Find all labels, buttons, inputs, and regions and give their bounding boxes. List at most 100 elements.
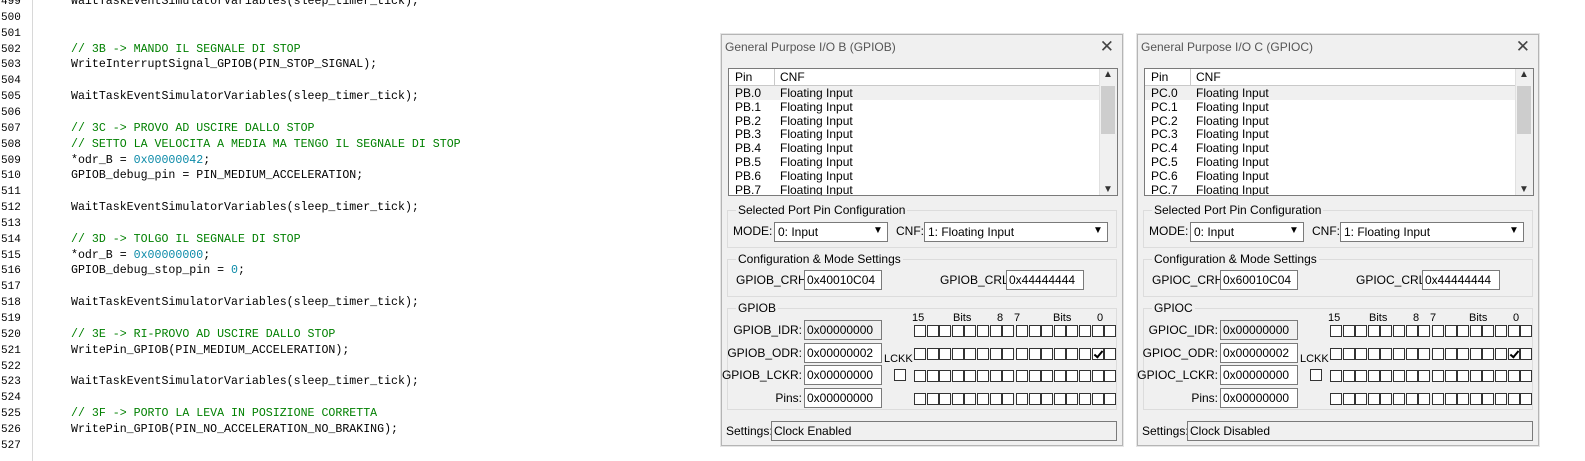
bit-checkbox[interactable] — [989, 325, 1002, 337]
bit-checkbox[interactable] — [951, 370, 964, 382]
bit-checkbox[interactable] — [951, 325, 964, 337]
bit-checkbox[interactable] — [1495, 348, 1507, 360]
bit-checkbox[interactable] — [1520, 393, 1533, 405]
bit-checkbox[interactable] — [1041, 393, 1054, 405]
bit-checkbox[interactable] — [1418, 325, 1431, 337]
bit-checkbox[interactable] — [1028, 393, 1041, 405]
bit-checkbox[interactable] — [926, 393, 939, 405]
bit-checkbox[interactable] — [1053, 325, 1066, 337]
crl-field[interactable]: 0x44444444 — [1006, 270, 1084, 290]
bit-checkbox[interactable] — [1066, 393, 1079, 405]
code-line[interactable]: 521 WritePin_GPIOB(PIN_MEDIUM_ACCELERATIO… — [0, 343, 720, 359]
bit-checkbox[interactable] — [1002, 393, 1015, 405]
bit-checkbox[interactable] — [914, 393, 926, 405]
bit-checkbox[interactable] — [1053, 393, 1066, 405]
bit-checkbox[interactable] — [1380, 370, 1393, 382]
scroll-down-icon[interactable]: ▼ — [1103, 184, 1113, 195]
pin-row[interactable]: PC.6 Floating Input — [1145, 169, 1515, 183]
chevron-down-icon[interactable]: ▼ — [1091, 224, 1105, 238]
code-line[interactable]: 516 GPIOB_debug_stop_pin = 0; — [0, 263, 720, 279]
bit-checkbox[interactable] — [1002, 348, 1015, 360]
code-line[interactable]: 514 // 3D -> TOLGO IL SEGNALE DI STOP — [0, 232, 720, 248]
bit-checkbox[interactable] — [1016, 348, 1028, 360]
code-line[interactable]: 504 — [0, 73, 720, 89]
bit-checkbox[interactable] — [1091, 325, 1104, 337]
code-line[interactable]: 527 — [0, 438, 720, 454]
bit-checkbox[interactable] — [1457, 393, 1470, 405]
code-line[interactable]: 501 — [0, 26, 720, 42]
bit-checkbox[interactable] — [1457, 325, 1470, 337]
code-line[interactable]: 515 *odr_B = 0x00000000; — [0, 248, 720, 264]
bit-checkbox[interactable] — [1432, 348, 1444, 360]
lckk-checkbox[interactable] — [894, 369, 906, 381]
bit-checkbox[interactable] — [1380, 325, 1393, 337]
bit-checkbox[interactable] — [1482, 393, 1495, 405]
list-scrollbar[interactable]: ▲ ▼ — [1099, 69, 1117, 195]
bit-checkbox[interactable] — [939, 325, 952, 337]
scroll-thumb[interactable] — [1517, 86, 1531, 134]
bit-checkbox[interactable] — [1104, 325, 1117, 337]
bit-checkbox[interactable] — [1028, 325, 1041, 337]
bit-checkbox[interactable] — [1355, 325, 1368, 337]
bit-checkbox[interactable] — [1342, 393, 1355, 405]
bit-checkbox[interactable] — [926, 325, 939, 337]
bit-checkbox[interactable] — [1444, 393, 1457, 405]
close-icon[interactable]: ✕ — [1100, 37, 1114, 57]
bit-checkbox[interactable] — [1091, 370, 1104, 382]
bit-checkbox[interactable] — [1418, 393, 1431, 405]
bit-checkbox[interactable] — [1457, 348, 1470, 360]
bit-checkbox[interactable] — [1066, 325, 1079, 337]
bit-checkbox[interactable] — [1104, 348, 1117, 360]
bit-checkbox[interactable] — [1495, 393, 1507, 405]
code-line[interactable]: 499 WaitTaskEventSimulatorVariables(sleep… — [0, 0, 720, 10]
register-field[interactable]: 0x00000000 — [804, 320, 882, 340]
pin-row[interactable]: PC.3 Floating Input — [1145, 127, 1515, 141]
bit-checkbox[interactable] — [1041, 325, 1054, 337]
code-line[interactable]: 507 // 3C -> PROVO AD USCIRE DALLO STOP — [0, 121, 720, 137]
bit-checkbox[interactable] — [1342, 325, 1355, 337]
bit-checkbox[interactable] — [1405, 370, 1418, 382]
pin-row[interactable]: PB.5 Floating Input — [729, 155, 1099, 169]
code-line[interactable]: 520 // 3E -> RI-PROVO AD USCIRE DALLO STO… — [0, 327, 720, 343]
cnf-select[interactable]: 1: Floating Input ▼ — [924, 222, 1108, 242]
code-line[interactable]: 519 — [0, 311, 720, 327]
pin-row[interactable]: PB.2 Floating Input — [729, 114, 1099, 128]
code-line[interactable]: 508 // SETTO LA VELOCITA A MEDIA MA TENGO… — [0, 137, 720, 153]
bit-checkbox[interactable] — [1002, 325, 1015, 337]
code-line[interactable]: 505 WaitTaskEventSimulatorVariables(sleep… — [0, 89, 720, 105]
code-line[interactable]: 518 WaitTaskEventSimulatorVariables(sleep… — [0, 295, 720, 311]
bit-checkbox[interactable] — [1367, 325, 1380, 337]
bit-checkbox[interactable] — [1405, 325, 1418, 337]
code-line[interactable]: 523 WaitTaskEventSimulatorVariables(sleep… — [0, 374, 720, 390]
bit-checkbox[interactable] — [977, 370, 989, 382]
pin-row[interactable]: PB.7 Floating Input — [729, 183, 1099, 195]
column-divider[interactable] — [774, 69, 775, 85]
bit-checkbox[interactable] — [1079, 325, 1091, 337]
bit-checkbox[interactable] — [964, 325, 977, 337]
bit-checkbox[interactable] — [1507, 393, 1520, 405]
pin-row[interactable]: PC.7 Floating Input — [1145, 183, 1515, 195]
bit-checkbox[interactable] — [926, 370, 939, 382]
bit-checkbox[interactable] — [951, 393, 964, 405]
pin-row[interactable]: PB.4 Floating Input — [729, 141, 1099, 155]
bit-checkbox[interactable] — [939, 370, 952, 382]
bit-checkbox[interactable] — [1342, 348, 1355, 360]
bit-checkbox[interactable] — [1380, 348, 1393, 360]
column-header-cnf[interactable]: CNF — [780, 70, 805, 84]
bit-checkbox[interactable] — [1028, 370, 1041, 382]
bit-checkbox[interactable] — [1444, 325, 1457, 337]
bit-checkbox[interactable] — [1066, 348, 1079, 360]
bit-checkbox[interactable] — [1482, 370, 1495, 382]
bit-checkbox[interactable] — [1393, 370, 1405, 382]
pin-row[interactable]: PC.0 Floating Input — [1145, 86, 1515, 100]
chevron-down-icon[interactable]: ▼ — [1507, 224, 1521, 238]
bit-checkbox[interactable] — [914, 348, 926, 360]
column-header-cnf[interactable]: CNF — [1196, 70, 1221, 84]
pin-row[interactable]: PB.0 Floating Input — [729, 86, 1099, 100]
mode-select[interactable]: 0: Input ▼ — [774, 222, 888, 242]
close-icon[interactable]: ✕ — [1516, 37, 1530, 57]
bit-checkbox[interactable] — [1520, 348, 1533, 360]
code-line[interactable]: 522 — [0, 359, 720, 375]
bit-checkbox[interactable] — [1053, 370, 1066, 382]
bit-checkbox[interactable] — [989, 348, 1002, 360]
